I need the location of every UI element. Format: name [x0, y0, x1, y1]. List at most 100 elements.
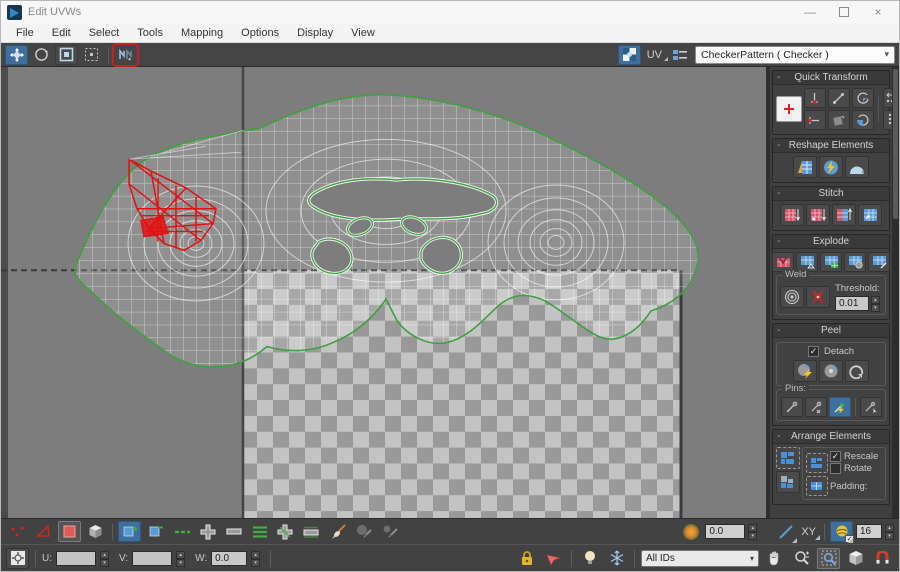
menu-options[interactable]: Options — [232, 25, 288, 41]
section-header[interactable]: - Stitch — [773, 187, 889, 201]
u-coordinate-field[interactable] — [56, 551, 96, 566]
u-spinner[interactable]: ▴▾ — [100, 551, 109, 566]
vertex-mode-button[interactable] — [6, 521, 29, 542]
polygon-mode-button[interactable] — [58, 521, 81, 542]
spin-down-icon[interactable]: ▾ — [748, 532, 757, 540]
collapse-icon[interactable]: - — [777, 432, 780, 442]
peel-mode-button[interactable] — [819, 360, 843, 382]
move-button[interactable] — [5, 45, 28, 65]
w-coordinate-field[interactable]: 0.0 — [211, 551, 247, 566]
spin-down-icon[interactable]: ▾ — [885, 532, 894, 540]
menu-mapping[interactable]: Mapping — [172, 25, 232, 41]
highlight-selection-button[interactable] — [578, 548, 601, 569]
spin-up-icon[interactable]: ▴ — [748, 524, 757, 532]
auto-pin-button[interactable] — [829, 397, 851, 417]
stitch-source-button[interactable] — [806, 204, 830, 226]
uv-editor-canvas[interactable] — [1, 67, 766, 518]
soft-selection-value-field[interactable]: 0.0 — [705, 524, 745, 539]
edge-mode-button[interactable] — [32, 521, 55, 542]
ring-grow-button[interactable] — [274, 521, 297, 542]
rotate-checkbox[interactable] — [830, 463, 841, 474]
grow-selection-button[interactable] — [118, 521, 141, 542]
scale-button[interactable] — [55, 45, 78, 65]
spin-up-icon[interactable]: ▴ — [176, 551, 185, 559]
loop-grow-button[interactable] — [196, 521, 219, 542]
spin-down-icon[interactable]: ▾ — [100, 559, 109, 567]
align-pivot-button[interactable] — [776, 96, 802, 122]
shrink-selection-button[interactable] — [144, 521, 167, 542]
linear-align-button[interactable] — [828, 88, 850, 108]
align-to-edge-button[interactable] — [828, 110, 850, 130]
paint-falloff-button[interactable]: ✓ — [830, 521, 853, 542]
align-horizontal-button[interactable] — [804, 110, 826, 130]
soft-selection-spinner[interactable]: ▴ ▾ — [748, 524, 757, 539]
zoom-button[interactable] — [790, 548, 813, 569]
section-header[interactable]: - Arrange Elements — [773, 430, 889, 444]
menu-view[interactable]: View — [342, 25, 384, 41]
relax-until-flat-button[interactable] — [819, 156, 843, 178]
rescale-checkbox[interactable]: ✓ — [830, 451, 841, 462]
map-options-button[interactable] — [668, 45, 691, 65]
section-header[interactable]: - Peel — [773, 324, 889, 338]
minimize-button[interactable]: — — [803, 5, 817, 19]
menu-edit[interactable]: Edit — [43, 25, 80, 41]
w-spinner[interactable]: ▴▾ — [251, 551, 260, 566]
align-vertical-button[interactable] — [804, 88, 826, 108]
pin-tool-button[interactable] — [781, 397, 803, 417]
element-mode-button[interactable] — [84, 521, 107, 542]
show-pins-button[interactable] — [860, 397, 882, 417]
collapse-icon[interactable]: - — [777, 237, 780, 247]
show-map-button[interactable] — [618, 45, 641, 65]
ring-shrink-button[interactable] — [300, 521, 323, 542]
rotate-ccw-button[interactable] — [852, 110, 874, 130]
paint-select-button[interactable] — [326, 521, 349, 542]
paint-shrink-button[interactable] — [378, 521, 401, 542]
pattern-select[interactable]: CheckerPattern ( Checker ) ▾ — [695, 46, 895, 64]
falloff-space-dropdown[interactable]: XY — [800, 526, 819, 538]
section-header[interactable]: - Reshape Elements — [773, 139, 889, 153]
flatten-custom-button[interactable] — [868, 252, 890, 272]
reset-peel-button[interactable] — [845, 360, 869, 382]
freeze-selection-button[interactable] — [605, 548, 628, 569]
panel-scrollbar[interactable] — [892, 67, 899, 518]
falloff-curve-button[interactable] — [774, 521, 797, 542]
v-spinner[interactable]: ▴▾ — [176, 551, 185, 566]
flatten-by-material-button[interactable] — [820, 252, 842, 272]
freeform-mode-button[interactable] — [80, 45, 103, 65]
unpin-tool-button[interactable] — [805, 397, 827, 417]
relax-button[interactable] — [845, 156, 869, 178]
select-loop-button[interactable] — [170, 521, 193, 542]
menu-select[interactable]: Select — [80, 25, 129, 41]
menu-file[interactable]: File — [7, 25, 43, 41]
flatten-by-smoothing-group-button[interactable] — [844, 252, 866, 272]
spin-up-icon[interactable]: ▴ — [100, 551, 109, 559]
loop-shrink-button[interactable] — [222, 521, 245, 542]
zoom-region-button[interactable] — [817, 548, 840, 569]
spin-down-icon[interactable]: ▾ — [176, 559, 185, 567]
menu-tools[interactable]: Tools — [128, 25, 172, 41]
select-ring-button[interactable] — [248, 521, 271, 542]
stitch-average-button[interactable] — [832, 204, 856, 226]
uv-channel-dropdown[interactable]: UV — [645, 49, 664, 61]
space-horizontally-button[interactable] — [883, 88, 892, 108]
collapse-icon[interactable]: - — [777, 73, 780, 83]
rescale-elements-button[interactable] — [776, 471, 800, 493]
paint-grow-button[interactable] — [352, 521, 375, 542]
scrollbar-thumb[interactable] — [893, 69, 898, 219]
material-id-select[interactable]: All IDs ▾ — [641, 550, 759, 567]
spin-down-icon[interactable]: ▾ — [871, 304, 880, 312]
stitch-target-button[interactable] — [858, 204, 882, 226]
quick-peel-button[interactable] — [793, 360, 817, 382]
pack-together-button[interactable] — [806, 453, 828, 473]
pack-normalize-button[interactable] — [776, 447, 800, 469]
spin-up-icon[interactable]: ▴ — [251, 551, 260, 559]
pan-button[interactable] — [763, 548, 786, 569]
absolute-mode-button[interactable] — [6, 548, 29, 569]
straighten-selection-button[interactable] — [793, 156, 817, 178]
weld-threshold-spinner[interactable]: ▴ ▾ — [871, 296, 880, 311]
section-header[interactable]: - Explode — [773, 235, 889, 249]
collapse-icon[interactable]: - — [777, 326, 780, 336]
maximize-button[interactable] — [839, 7, 849, 17]
lock-selection-button[interactable] — [515, 548, 538, 569]
brush-size-spinner[interactable]: ▴ ▾ — [885, 524, 894, 539]
